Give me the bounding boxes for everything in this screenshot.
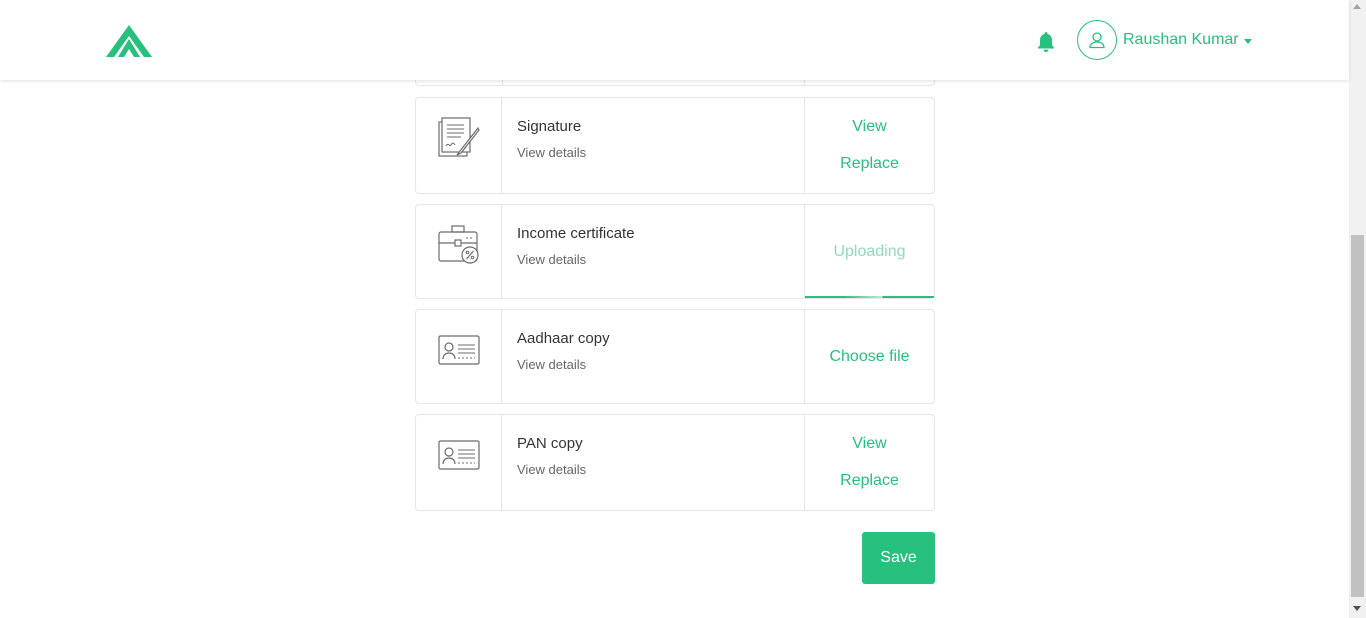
user-icon [1089, 32, 1105, 49]
user-name[interactable]: Raushan Kumar [1123, 31, 1239, 49]
document-title: Signature [517, 118, 582, 135]
document-title: Income certificate [517, 225, 635, 242]
document-title: Aadhaar copy [517, 330, 610, 347]
scroll-up-arrow-icon[interactable] [1353, 4, 1361, 9]
action-cell: Choose file [804, 310, 934, 403]
icon-cell [416, 98, 502, 193]
icon-cell [416, 205, 502, 298]
page: Raushan Kumar Signature View details Vie… [0, 0, 1366, 618]
action-cell: Uploading [804, 205, 934, 298]
id-card-icon [438, 440, 480, 470]
briefcase-percent-icon [438, 225, 479, 264]
view-link[interactable]: View [852, 118, 886, 136]
view-details-link[interactable]: View details [517, 462, 586, 477]
bell-icon[interactable] [1034, 30, 1058, 54]
document-card-aadhaar-copy: Aadhaar copy View details Choose file [415, 309, 935, 404]
upload-progress-bar [805, 296, 934, 298]
icon-cell [416, 310, 502, 403]
choose-file-button[interactable]: Choose file [829, 348, 909, 366]
chevron-down-icon[interactable] [1243, 38, 1252, 44]
avatar[interactable] [1077, 20, 1117, 60]
replace-link[interactable]: Replace [840, 155, 899, 173]
signature-document-icon [438, 117, 480, 157]
scroll-down-arrow-icon[interactable] [1353, 606, 1361, 611]
action-cell: View Replace [804, 98, 934, 193]
upload-status: Uploading [833, 242, 906, 260]
view-details-link[interactable]: View details [517, 252, 635, 267]
save-button[interactable]: Save [862, 532, 935, 584]
document-card-signature: Signature View details View Replace [415, 97, 935, 194]
vertical-scrollbar[interactable] [1349, 0, 1366, 618]
document-card-income-certificate: Income certificate View details Uploadin… [415, 204, 935, 299]
id-card-icon [438, 335, 480, 365]
logo-mountain-icon[interactable] [105, 23, 153, 59]
replace-link[interactable]: Replace [840, 472, 899, 490]
document-title: PAN copy [517, 435, 583, 452]
action-cell: View Replace [804, 415, 934, 510]
user-menu[interactable]: Raushan Kumar [1077, 20, 1252, 60]
scrollbar-thumb[interactable] [1351, 235, 1364, 597]
view-details-link[interactable]: View details [517, 145, 586, 160]
view-details-link[interactable]: View details [517, 357, 610, 372]
document-card-pan-copy: PAN copy View details View Replace [415, 414, 935, 511]
view-link[interactable]: View [852, 435, 886, 453]
icon-cell [416, 415, 502, 510]
top-header: Raushan Kumar [0, 0, 1349, 80]
